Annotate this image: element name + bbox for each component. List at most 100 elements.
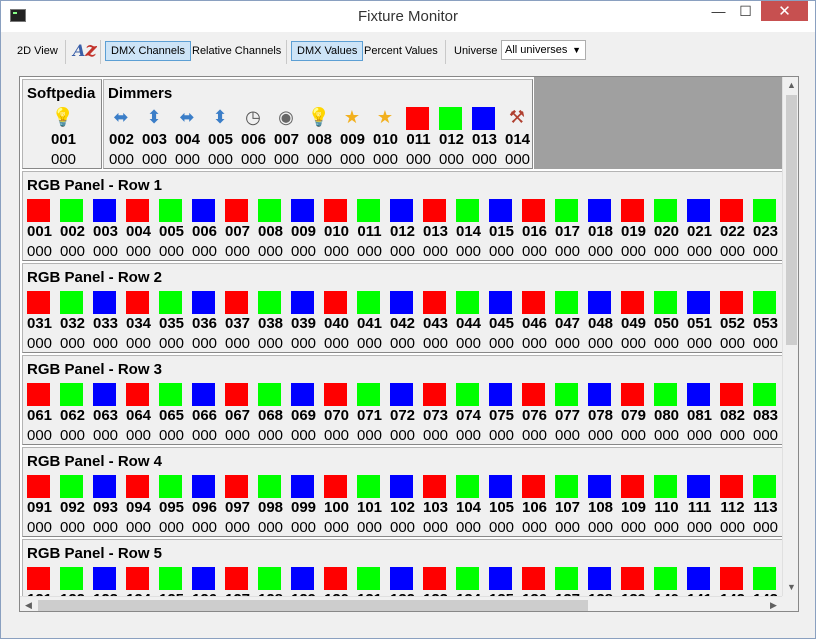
channel[interactable]: 038 000 bbox=[254, 290, 287, 356]
channel[interactable]: 012 000 bbox=[386, 198, 419, 264]
channel[interactable]: 006 000 bbox=[188, 198, 221, 264]
channel[interactable]: 041 000 bbox=[353, 290, 386, 356]
channel[interactable]: 094 000 bbox=[122, 474, 155, 540]
scroll-down-icon[interactable]: ▼ bbox=[783, 579, 798, 596]
percent-values-toggle[interactable]: Percent Values bbox=[358, 41, 444, 61]
channel[interactable]: 092 000 bbox=[56, 474, 89, 540]
channel[interactable]: 💡 001 000 bbox=[47, 106, 80, 172]
channel[interactable]: ◷ 006 000 bbox=[237, 106, 270, 172]
channel[interactable]: 051 000 bbox=[683, 290, 716, 356]
channel[interactable]: 065 000 bbox=[155, 382, 188, 448]
channel[interactable]: 022 000 bbox=[716, 198, 749, 264]
scroll-up-icon[interactable]: ▲ bbox=[783, 77, 798, 94]
channel[interactable]: 045 000 bbox=[485, 290, 518, 356]
channel[interactable]: 104 000 bbox=[452, 474, 485, 540]
channel[interactable]: 020 000 bbox=[650, 198, 683, 264]
channel[interactable]: 053 000 bbox=[749, 290, 782, 356]
channel[interactable]: 064 000 bbox=[122, 382, 155, 448]
channel[interactable]: 096 000 bbox=[188, 474, 221, 540]
channel[interactable]: 071 000 bbox=[353, 382, 386, 448]
channel[interactable]: 075 000 bbox=[485, 382, 518, 448]
channel[interactable]: 034 000 bbox=[122, 290, 155, 356]
channel[interactable]: 049 000 bbox=[617, 290, 650, 356]
vertical-scroll-thumb[interactable] bbox=[786, 95, 797, 345]
channel[interactable]: 108 000 bbox=[584, 474, 617, 540]
channel[interactable]: 018 000 bbox=[584, 198, 617, 264]
channel[interactable]: 001 000 bbox=[23, 198, 56, 264]
channel[interactable]: 105 000 bbox=[485, 474, 518, 540]
channel[interactable]: 023 000 bbox=[749, 198, 782, 264]
channel[interactable]: 095 000 bbox=[155, 474, 188, 540]
channel[interactable]: 037 000 bbox=[221, 290, 254, 356]
channel[interactable]: 046 000 bbox=[518, 290, 551, 356]
channel[interactable]: 099 000 bbox=[287, 474, 320, 540]
channel[interactable]: 112 000 bbox=[716, 474, 749, 540]
channel[interactable]: 103 000 bbox=[419, 474, 452, 540]
channel[interactable]: 078 000 bbox=[584, 382, 617, 448]
close-button[interactable]: ✕ bbox=[761, 1, 808, 21]
channel[interactable]: 110 000 bbox=[650, 474, 683, 540]
channel[interactable]: 044 000 bbox=[452, 290, 485, 356]
channel[interactable]: 013 000 bbox=[419, 198, 452, 264]
channel[interactable]: 010 000 bbox=[320, 198, 353, 264]
channel[interactable]: ⬍ 005 000 bbox=[204, 106, 237, 172]
channel[interactable]: 083 000 bbox=[749, 382, 782, 448]
channel[interactable]: 011 000 bbox=[402, 106, 435, 172]
channel[interactable]: 019 000 bbox=[617, 198, 650, 264]
channel[interactable]: 021 000 bbox=[683, 198, 716, 264]
vertical-scrollbar[interactable]: ▲ ▼ bbox=[782, 77, 798, 596]
channel[interactable]: 109 000 bbox=[617, 474, 650, 540]
channel[interactable]: 012 000 bbox=[435, 106, 468, 172]
channel[interactable]: 039 000 bbox=[287, 290, 320, 356]
channel[interactable]: 003 000 bbox=[89, 198, 122, 264]
channel[interactable]: 008 000 bbox=[254, 198, 287, 264]
channel[interactable]: 050 000 bbox=[650, 290, 683, 356]
universe-select[interactable]: All universes ▼ bbox=[501, 40, 586, 60]
channel[interactable]: 102 000 bbox=[386, 474, 419, 540]
channel[interactable]: 073 000 bbox=[419, 382, 452, 448]
channel[interactable]: 005 000 bbox=[155, 198, 188, 264]
channel[interactable]: 047 000 bbox=[551, 290, 584, 356]
channel[interactable]: 004 000 bbox=[122, 198, 155, 264]
channel[interactable]: 067 000 bbox=[221, 382, 254, 448]
channel[interactable]: 079 000 bbox=[617, 382, 650, 448]
channel[interactable]: 014 000 bbox=[452, 198, 485, 264]
channel[interactable]: 033 000 bbox=[89, 290, 122, 356]
channel[interactable]: 111 000 bbox=[683, 474, 716, 540]
channel[interactable]: 048 000 bbox=[584, 290, 617, 356]
channel[interactable]: 100 000 bbox=[320, 474, 353, 540]
channel[interactable]: ⬌ 002 000 bbox=[105, 106, 138, 172]
channel[interactable]: 077 000 bbox=[551, 382, 584, 448]
channel[interactable]: 013 000 bbox=[468, 106, 501, 172]
channel[interactable]: 062 000 bbox=[56, 382, 89, 448]
channel[interactable]: 091 000 bbox=[23, 474, 56, 540]
horizontal-scroll-thumb[interactable] bbox=[38, 600, 588, 611]
channel[interactable]: 002 000 bbox=[56, 198, 89, 264]
channel[interactable]: 098 000 bbox=[254, 474, 287, 540]
channel[interactable]: 009 000 bbox=[287, 198, 320, 264]
channel[interactable]: 066 000 bbox=[188, 382, 221, 448]
view-2d-button[interactable]: 2D View bbox=[11, 41, 64, 61]
channel[interactable]: 076 000 bbox=[518, 382, 551, 448]
channel[interactable]: 015 000 bbox=[485, 198, 518, 264]
channel[interactable]: ★ 009 000 bbox=[336, 106, 369, 172]
channel[interactable]: 💡 008 000 bbox=[303, 106, 336, 172]
channel[interactable]: 093 000 bbox=[89, 474, 122, 540]
channel[interactable]: 035 000 bbox=[155, 290, 188, 356]
relative-channels-toggle[interactable]: Relative Channels bbox=[186, 41, 287, 61]
channel[interactable]: 097 000 bbox=[221, 474, 254, 540]
channel[interactable]: ⬍ 003 000 bbox=[138, 106, 171, 172]
channel[interactable]: 032 000 bbox=[56, 290, 89, 356]
channel[interactable]: ⬌ 004 000 bbox=[171, 106, 204, 172]
channel[interactable]: 052 000 bbox=[716, 290, 749, 356]
channel[interactable]: 068 000 bbox=[254, 382, 287, 448]
channel[interactable]: 072 000 bbox=[386, 382, 419, 448]
channel[interactable]: 007 000 bbox=[221, 198, 254, 264]
channel[interactable]: 074 000 bbox=[452, 382, 485, 448]
channel[interactable]: 016 000 bbox=[518, 198, 551, 264]
maximize-button[interactable]: ☐ bbox=[732, 1, 759, 21]
channel[interactable]: ⚒ 014 000 bbox=[501, 106, 534, 172]
font-icon[interactable]: Az bbox=[73, 37, 97, 61]
minimize-button[interactable]: — bbox=[705, 1, 732, 21]
dmx-channels-toggle[interactable]: DMX Channels bbox=[105, 41, 191, 61]
